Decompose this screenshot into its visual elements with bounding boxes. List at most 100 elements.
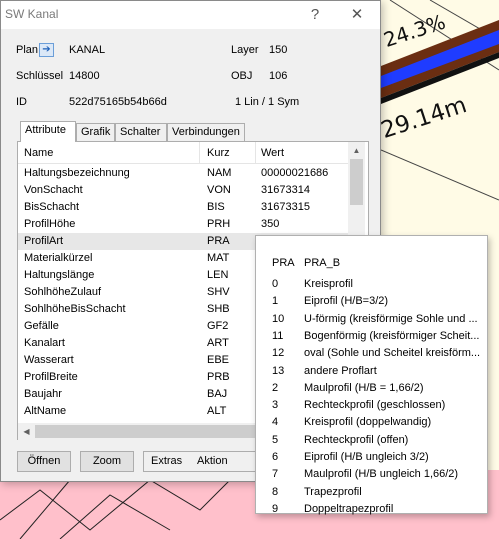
option-code: 5: [272, 433, 279, 446]
attribute-value: 31673314: [261, 184, 310, 196]
attribute-name: Haltungslänge: [24, 269, 95, 281]
obj-label: OBJ: [231, 70, 253, 82]
title-bar[interactable]: SW Kanal ? ✕: [1, 1, 380, 29]
attribute-name: Baujahr: [24, 388, 62, 400]
option-code: 8: [272, 485, 279, 498]
option-description: Trapezprofil: [304, 485, 362, 498]
option-description: oval (Sohle und Scheitel kreisförm...: [304, 347, 481, 360]
option-description: Maulprofil (H/B = 1,66/2): [304, 381, 424, 394]
extras-menu[interactable]: Extras: [151, 452, 182, 471]
dropdown-option[interactable]: 8 Trapezprofil: [256, 484, 488, 501]
option-description: Maulprofil (H/B ungleich 1,66/2): [304, 468, 459, 481]
attribute-name: Kanalart: [24, 337, 65, 349]
attribute-code: PRH: [207, 218, 231, 230]
dropdown-option[interactable]: 4 Kreisprofil (doppelwandig): [256, 414, 488, 431]
attribute-code: BIS: [207, 201, 225, 213]
column-header-kurz[interactable]: Kurz: [207, 147, 230, 159]
close-button[interactable]: ✕: [345, 4, 369, 26]
plan-value: KANAL: [69, 44, 106, 56]
layer-value: 150: [269, 44, 288, 56]
option-code: 6: [272, 451, 279, 463]
dropdown-option[interactable]: 3 Rechteckprofil (geschlossen): [256, 397, 488, 414]
option-description: Rechteckprofil (geschlossen): [304, 399, 446, 412]
key-value: 14800: [69, 70, 100, 82]
option-code: 0: [272, 278, 279, 290]
option-description: U-förmig (kreisförmige Sohle und ...: [304, 312, 478, 325]
table-header: Name Kurz Wert: [18, 142, 351, 164]
attribute-name: Haltungsbezeichnung: [24, 167, 130, 179]
attribute-value: 00000021686: [261, 167, 329, 179]
option-code: 7: [272, 468, 279, 481]
dropdown-option[interactable]: 12 oval (Sohle und Scheitel kreisförm...: [256, 345, 488, 362]
attribute-value: 31673315: [261, 201, 310, 213]
dropdown-option[interactable]: 7 Maulprofil (H/B ungleich 1,66/2): [256, 466, 488, 483]
dropdown-option[interactable]: 2 Maulprofil (H/B = 1,66/2): [256, 380, 488, 397]
option-description: Rechteckprofil (offen): [304, 433, 409, 446]
option-description: Eiprofil (H/B ungleich 3/2): [304, 451, 429, 463]
dropdown-option[interactable]: 1 Eiprofil (H/B=3/2): [256, 293, 488, 310]
table-row[interactable]: VonSchacht VON 31673314: [18, 182, 351, 199]
dropdown-option[interactable]: 11 Bogenförmig (kreisförmiger Scheit...: [256, 328, 488, 345]
attribute-code: BAJ: [207, 388, 228, 400]
layer-label: Layer: [231, 44, 259, 56]
help-button[interactable]: ?: [303, 4, 327, 26]
attribute-name: VonSchacht: [24, 184, 83, 196]
dropdown-option[interactable]: 9 Doppeltrapezprofil: [256, 501, 488, 518]
attribute-name: ProfilBreite: [24, 371, 78, 383]
popup-header-code: PRA: [272, 257, 295, 269]
tab-schalter[interactable]: Schalter: [115, 123, 167, 141]
column-header-wert[interactable]: Wert: [261, 147, 284, 159]
option-description: Kreisprofil: [304, 278, 353, 290]
tab-verbindungen[interactable]: Verbindungen: [167, 123, 245, 141]
lin-sym-count: 1 Lin / 1 Sym: [235, 96, 300, 108]
column-divider[interactable]: [199, 142, 200, 164]
attribute-code: MAT: [207, 252, 230, 264]
attribute-code: SHV: [207, 286, 230, 298]
profilart-dropdown: PRA PRA_B 0 Kreisprofil 1 Eiprofil (H/B=3/2…: [255, 235, 488, 515]
attribute-code: LEN: [207, 269, 229, 281]
vertical-scroll-thumb[interactable]: [350, 159, 363, 205]
attribute-value: 350: [261, 218, 280, 230]
zoom-button[interactable]: Zoom: [80, 451, 134, 472]
id-value: 522d75165b54b66d: [69, 96, 167, 108]
table-row[interactable]: ProfilHöhe PRH 350: [18, 216, 351, 233]
option-code: 3: [272, 399, 279, 412]
table-row[interactable]: Haltungsbezeichnung NAM 00000021686: [18, 165, 351, 182]
attribute-code: ART: [207, 337, 229, 349]
id-label: ID: [16, 96, 27, 108]
attribute-name: ProfilHöhe: [24, 218, 76, 230]
option-code: 13: [272, 364, 285, 377]
horizontal-scroll-thumb[interactable]: [35, 425, 257, 438]
aktion-menu[interactable]: Aktion: [197, 452, 228, 471]
tab-grafik[interactable]: Grafik: [76, 123, 115, 141]
scroll-left-icon[interactable]: ◀: [18, 423, 35, 440]
open-button[interactable]: Öffnen: [17, 451, 71, 472]
obj-value: 106: [269, 70, 288, 82]
dropdown-option[interactable]: 10 U-förmig (kreisförmige Sohle und ...: [256, 311, 488, 328]
attribute-code: ALT: [207, 405, 227, 417]
attribute-code: SHB: [207, 303, 230, 315]
attribute-name: Wasserart: [24, 354, 74, 366]
plan-label: Plan: [16, 44, 39, 56]
attribute-code: PRA: [207, 235, 230, 247]
table-row[interactable]: BisSchacht BIS 31673315: [18, 199, 351, 216]
tab-attribute[interactable]: Attribute: [20, 121, 76, 142]
dropdown-option[interactable]: 6 Eiprofil (H/B ungleich 3/2): [256, 449, 488, 466]
plan-link-icon[interactable]: ➔: [39, 43, 54, 57]
map-line: [380, 149, 499, 201]
dropdown-option[interactable]: 13 andere Proflart: [256, 363, 488, 380]
scroll-up-icon[interactable]: ▲: [348, 142, 365, 159]
column-header-name[interactable]: Name: [24, 147, 53, 159]
option-code: 11: [272, 329, 284, 342]
attribute-name: Materialkürzel: [24, 252, 93, 264]
attribute-code: PRB: [207, 371, 230, 383]
option-description: Bogenförmig (kreisförmiger Scheit...: [304, 329, 480, 342]
dropdown-option[interactable]: 0 Kreisprofil: [256, 276, 488, 293]
dropdown-option[interactable]: 5 Rechteckprofil (offen): [256, 432, 488, 449]
option-code: 2: [272, 381, 279, 394]
option-code: 9: [272, 502, 279, 515]
column-divider[interactable]: [255, 142, 256, 164]
option-description: Doppeltrapezprofil: [304, 502, 394, 515]
attribute-code: VON: [207, 184, 231, 196]
option-description: andere Proflart: [304, 364, 377, 377]
